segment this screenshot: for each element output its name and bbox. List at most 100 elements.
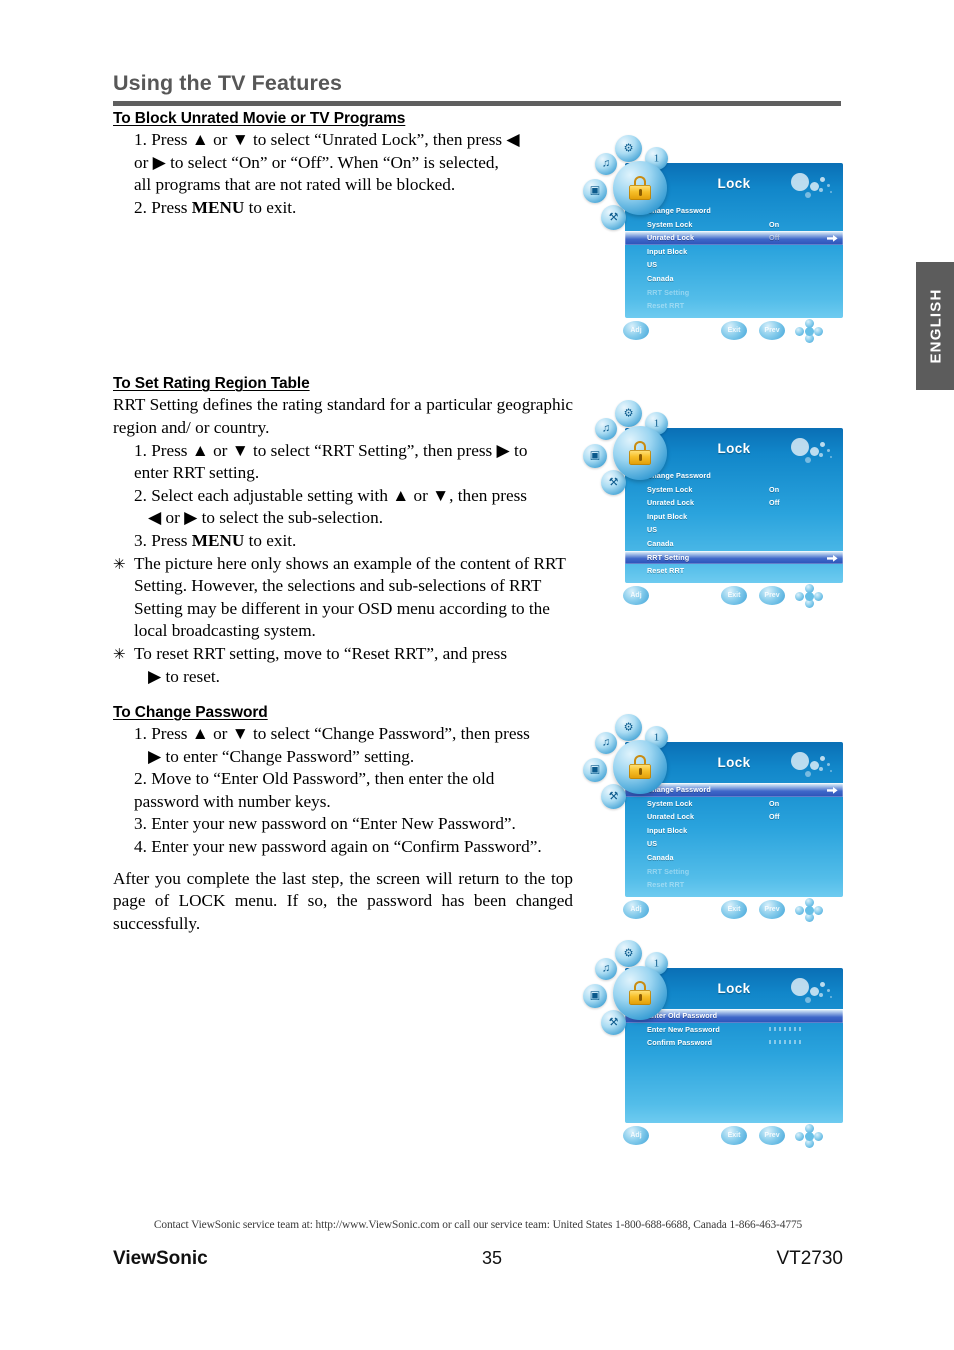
footer-brand: ViewSonic — [113, 1248, 208, 1270]
screen-icon: ▣ — [583, 984, 607, 1008]
osd-item-value: On — [769, 483, 779, 497]
header-divider — [113, 101, 841, 106]
osd-exit-button[interactable]: Exit — [721, 900, 747, 919]
osd-button-bar: Adj Exit Prev — [613, 584, 835, 614]
step-text: ◀ or ▶ to select the sub-selection. — [134, 507, 383, 530]
step-text: or ▶ to select “On” or “Off”. When “On” … — [134, 152, 499, 175]
steps-change-password: 1. Press ▲ or ▼ to select “Change Passwo… — [113, 723, 573, 859]
screen-icon: ▣ — [583, 444, 607, 468]
section-heading-block-unrated: To Block Unrated Movie or TV Programs — [113, 110, 573, 128]
osd-menu-item[interactable]: US — [625, 837, 843, 851]
osd-navpad-icon[interactable] — [795, 1124, 823, 1148]
osd-item-label: Reset RRT — [647, 878, 684, 892]
music-note-icon: ♫ — [595, 153, 617, 175]
page-header: Using the TV Features — [113, 72, 843, 106]
asterisk-icon: ✳ — [113, 644, 126, 667]
osd-adj-button[interactable]: Adj — [623, 321, 649, 340]
osd-menu-item[interactable]: RRT Setting — [625, 286, 843, 300]
bubble-decoration-icon — [789, 750, 837, 780]
footer-contact: Contact ViewSonic service team at: http:… — [113, 1219, 843, 1231]
step-item: 1. Press ▲ or ▼ to select “Unrated Lock”… — [113, 129, 573, 197]
lock-icon — [613, 966, 667, 1020]
note-text: To reset RRT setting, move to “Reset RRT… — [134, 644, 507, 663]
osd-menu-item[interactable]: Canada — [625, 851, 843, 865]
osd-menu-item[interactable]: RRT Setting — [625, 551, 843, 565]
osd-category-icons: ♫ ⚙ ὎1 ▣ ⚒ — [583, 938, 678, 1058]
osd-item-label: Canada — [647, 537, 674, 551]
osd-exit-button[interactable]: Exit — [721, 321, 747, 340]
osd-prev-button[interactable]: Prev — [759, 586, 785, 605]
osd-exit-button[interactable]: Exit — [721, 1126, 747, 1145]
asterisk-icon: ✳ — [113, 554, 126, 577]
lock-icon — [613, 426, 667, 480]
step-text: to exit. — [244, 531, 296, 550]
osd-item-label: Canada — [647, 851, 674, 865]
osd-menu-item[interactable]: Reset RRT — [625, 564, 843, 578]
osd-navpad-icon[interactable] — [795, 319, 823, 343]
footer-bar: ViewSonic 35 VT2730 — [113, 1248, 843, 1270]
osd-navpad-icon[interactable] — [795, 898, 823, 922]
osd-menu-item[interactable]: US — [625, 258, 843, 272]
rating-region-intro: RRT Setting defines the rating standard … — [113, 394, 573, 439]
chevron-right-icon — [827, 786, 838, 795]
osd-item-label: US — [647, 258, 657, 272]
lock-icon — [613, 161, 667, 215]
setup-icon: ⚙ — [615, 940, 642, 967]
osd-menu-item[interactable]: US — [625, 523, 843, 537]
osd-menu-item[interactable]: Reset RRT — [625, 299, 843, 313]
screen-icon: ▣ — [583, 758, 607, 782]
step-item: 1. Press ▲ or ▼ to select “Change Passwo… — [113, 723, 573, 768]
password-mask — [769, 1027, 801, 1031]
step-item: 3. Press MENU to exit. — [113, 530, 573, 553]
step-item: 1. Press ▲ or ▼ to select “RRT Setting”,… — [113, 440, 573, 485]
step-text: password with number keys. — [134, 791, 331, 814]
osd-item-value: Off — [769, 496, 780, 510]
osd-menu-item[interactable]: Canada — [625, 537, 843, 551]
section-heading-rating-region: To Set Rating Region Table — [113, 375, 573, 393]
osd-item-label: RRT Setting — [647, 286, 689, 300]
bubble-decoration-icon — [789, 171, 837, 201]
osd-menu-item[interactable]: Canada — [625, 272, 843, 286]
change-password-closing: After you complete the last step, the sc… — [113, 868, 573, 936]
osd-item-label: US — [647, 837, 657, 851]
step-text: 3. Enter your new password on “Enter New… — [134, 814, 516, 833]
osd-exit-button[interactable]: Exit — [721, 586, 747, 605]
music-note-icon: ♫ — [595, 732, 617, 754]
osd-item-label: Canada — [647, 272, 674, 286]
step-text: 2. Press — [134, 198, 192, 217]
setup-icon: ⚙ — [615, 714, 642, 741]
osd-adj-button[interactable]: Adj — [623, 1126, 649, 1145]
bubble-decoration-icon — [789, 436, 837, 466]
step-text: 1. Press ▲ or ▼ to select “Change Passwo… — [134, 724, 530, 743]
osd-screenshot-change-password: Lock Change Password System Lock On Unrated … — [583, 712, 843, 930]
music-note-icon: ♫ — [595, 958, 617, 980]
osd-item-value: Off — [769, 810, 780, 824]
osd-menu-item[interactable]: Reset RRT — [625, 878, 843, 892]
osd-category-icons: ♫ ⚙ ὎1 ▣ ⚒ — [583, 712, 678, 832]
osd-item-label: RRT Setting — [647, 551, 689, 565]
steps-rating-region: 1. Press ▲ or ▼ to select “RRT Setting”,… — [113, 440, 573, 553]
step-text: all programs that are not rated will be … — [134, 174, 455, 197]
footer-model: VT2730 — [776, 1248, 843, 1270]
osd-prev-button[interactable]: Prev — [759, 900, 785, 919]
chevron-right-icon — [827, 554, 838, 563]
osd-adj-button[interactable]: Adj — [623, 900, 649, 919]
osd-prev-button[interactable]: Prev — [759, 1126, 785, 1145]
section-heading-change-password: To Change Password — [113, 704, 573, 722]
page-title: Using the TV Features — [113, 72, 843, 96]
osd-category-icons: ♫ ⚙ ὎1 ▣ ⚒ — [583, 133, 678, 253]
step-item: 2. Press MENU to exit. — [113, 197, 573, 220]
bubble-decoration-icon — [789, 976, 837, 1006]
step-item: 4. Enter your new password again on “Con… — [113, 836, 573, 859]
osd-navpad-icon[interactable] — [795, 584, 823, 608]
step-text: 1. Press ▲ or ▼ to select “RRT Setting”,… — [134, 441, 527, 460]
osd-button-bar: Adj Exit Prev — [613, 898, 835, 928]
osd-adj-button[interactable]: Adj — [623, 586, 649, 605]
osd-prev-button[interactable]: Prev — [759, 321, 785, 340]
note-text: ▶ to reset. — [134, 666, 220, 689]
osd-item-value: Off — [769, 231, 780, 245]
osd-menu-item[interactable]: RRT Setting — [625, 865, 843, 879]
steps-block-unrated: 1. Press ▲ or ▼ to select “Unrated Lock”… — [113, 129, 573, 219]
step-text: 2. Move to “Enter Old Password”, then en… — [134, 769, 494, 788]
osd-button-bar: Adj Exit Prev — [613, 1124, 835, 1154]
